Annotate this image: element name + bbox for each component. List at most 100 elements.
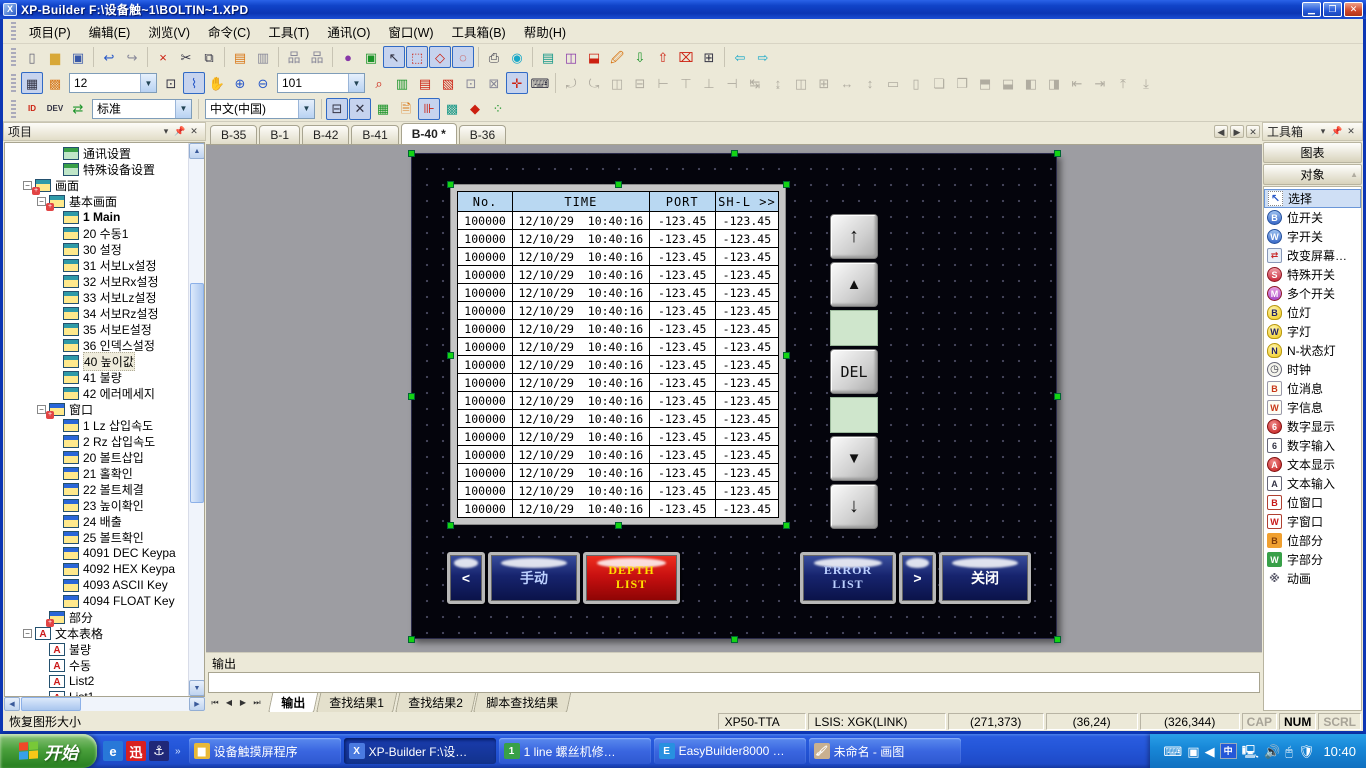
tab-scroll-left-icon[interactable]: ◀ [1214,125,1228,138]
arrow-up-button[interactable]: ▲ [830,262,878,307]
nudge-up-icon[interactable]: ⤒ [1112,72,1134,94]
window-cascade-icon[interactable]: 品 [283,46,305,68]
tree-item[interactable]: 特殊设备设置 [5,161,188,177]
toolbox-item-ww[interactable]: W字窗口 [1264,512,1361,531]
table-selection-handle[interactable] [615,522,622,529]
tree-expander-icon[interactable]: − [23,181,32,190]
toolbox-item-lb[interactable]: B位灯 [1264,303,1361,322]
data-check-icon[interactable]: ▦ [372,98,394,120]
select-lasso-icon[interactable]: ◌ [452,46,474,68]
tree-item[interactable]: 2 Rz 삽입속도 [5,433,188,449]
print-icon[interactable]: ⎙ [483,46,505,68]
space-v-icon[interactable]: ↕ [859,72,881,94]
new-icon[interactable]: ▯ [21,46,43,68]
menu-item[interactable]: 工具(T) [259,23,318,43]
tree-item[interactable]: −基本画面 [5,193,188,209]
object-3d-icon[interactable]: ◆ [464,98,486,120]
selection-handle[interactable] [408,393,415,400]
center-target-icon[interactable]: ✛ [506,72,528,94]
toolbox-group-objects[interactable]: 对象▲ [1263,164,1362,185]
align-top-icon[interactable]: ⊤ [675,72,697,94]
menu-item[interactable]: 浏览(V) [139,23,199,43]
tree-expander-icon[interactable]: − [37,197,46,206]
memo-icon[interactable]: 🗎 [395,98,417,120]
tree-item[interactable]: 20 수동1 [5,225,188,241]
selection-handle[interactable] [408,636,415,643]
center-v-icon[interactable]: ↨ [767,72,789,94]
dev-badge-icon[interactable]: DEV [44,98,66,120]
keyboard-icon[interactable]: ⌨ [1164,745,1183,758]
screen-capture-icon[interactable]: ▤ [537,46,559,68]
toolbox-item-cb[interactable]: B位开关 [1264,208,1361,227]
tab-B-1[interactable]: B-1 [259,125,300,144]
taskbar-task[interactable]: 🖌未命名 - 画图 [809,738,961,764]
tree-item[interactable]: 通讯设置 [5,145,188,161]
back-icon[interactable]: ⬓ [997,72,1019,94]
toolbox-item-mw[interactable]: W字信息 [1264,398,1361,417]
nudge-right-icon[interactable]: ⇥ [1089,72,1111,94]
start-button[interactable]: 开始 [0,734,97,768]
toolbox-toggle-icon[interactable]: ✕ [349,98,371,120]
align-right-icon[interactable]: ⊣ [721,72,743,94]
tab-scroll-right-icon[interactable]: ▶ [1230,125,1244,138]
preview2-icon[interactable]: ⊠ [483,72,505,94]
tree-item[interactable]: 35 서보E설정 [5,321,188,337]
menu-item[interactable]: 窗口(W) [379,23,442,43]
hmi-button-depth-list[interactable]: DEPTH LIST [583,552,680,604]
selection-handle[interactable] [408,150,415,157]
tree-item[interactable]: 24 배출 [5,513,188,529]
tree-item[interactable]: List1 [5,689,188,696]
history-table-widget[interactable]: No.TIMEPORTSH-L >>10000012/10/29 10:40:1… [450,184,786,525]
paste-icon[interactable]: ▤ [229,46,251,68]
front-icon[interactable]: ⬒ [974,72,996,94]
del-button[interactable]: DEL [830,349,878,394]
pan-hand-icon[interactable]: ✋ [206,72,228,94]
ungroup-icon[interactable]: ❐ [951,72,973,94]
toolbox-item-mb[interactable]: B位消息 [1264,379,1361,398]
toolbox-item-ni[interactable]: 6数字输入 [1264,436,1361,455]
to-back-icon[interactable]: ◨ [1043,72,1065,94]
tree-item[interactable]: 31 서보Lx설정 [5,257,188,273]
hmi-button-<[interactable]: < [447,552,485,604]
fit-screen-icon[interactable]: ▥ [391,72,413,94]
scroll-left-icon[interactable]: ◀ [4,697,20,711]
editor-canvas[interactable]: No.TIMEPORTSH-L >>10000012/10/29 10:40:1… [206,145,1262,652]
tree-item[interactable]: 4092 HEX Keypa [5,561,188,577]
selection-handle[interactable] [731,636,738,643]
table-selection-handle[interactable] [447,181,454,188]
tab-B-41[interactable]: B-41 [351,125,398,144]
selection-handle[interactable] [731,150,738,157]
tab-close-icon[interactable]: ✕ [1246,125,1260,138]
center-h-icon[interactable]: ↹ [744,72,766,94]
select-rect-icon[interactable]: ⬚ [406,46,428,68]
toolbox-item-lw[interactable]: W字灯 [1264,322,1361,341]
tree-horizontal-scrollbar[interactable]: ◀ ▶ [4,697,205,711]
spacer-button[interactable] [830,397,878,433]
tree-item[interactable]: 33 서보Lz설정 [5,289,188,305]
tree-item[interactable]: 42 에러메세지 [5,385,188,401]
import-icon[interactable]: ⇩ [629,46,651,68]
shield-icon[interactable]: 🛡 [1298,745,1315,758]
toolbox-item-cursor[interactable]: ↖选择 [1264,189,1361,208]
profile-combo[interactable]: 标准▼ [92,99,192,119]
toolbox-group-charts[interactable]: 图表 [1263,142,1362,163]
selection-handle[interactable] [1054,393,1061,400]
tree-item[interactable]: 4093 ASCII Key [5,577,188,593]
stretch-icon[interactable]: ▯ [905,72,927,94]
resize-object-icon[interactable]: ▣ [360,46,382,68]
font-size-combo[interactable]: 12▼ [69,73,157,93]
grid-toggle-icon[interactable]: ▦ [21,72,43,94]
output-tab[interactable]: 输出 [268,693,318,714]
tree-item[interactable]: 部分 [5,609,188,625]
tree-expander-icon[interactable]: − [23,629,32,638]
prev-tab-icon[interactable]: ◀ [222,697,236,710]
close-button[interactable]: ✕ [1344,2,1363,17]
download-icon[interactable]: ⬓ [583,46,605,68]
toolbox-item-chg[interactable]: ⇄改变屏幕… [1264,246,1361,265]
space-h-icon[interactable]: ↔ [836,72,858,94]
rotate-left-icon[interactable]: ⤾ [560,72,582,94]
toolbox-item-pw[interactable]: W字部分 [1264,550,1361,569]
table-selection-handle[interactable] [783,352,790,359]
tree-item[interactable]: −文本表格 [5,625,188,641]
zoom-in-icon[interactable]: ⊕ [229,72,251,94]
